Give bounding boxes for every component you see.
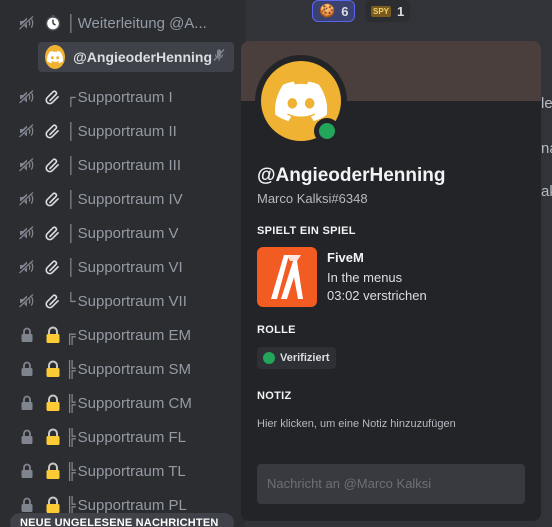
tree-connector: ╠ <box>66 461 76 481</box>
muted-mic-icon <box>212 48 226 67</box>
channel-item[interactable]: ╠ Supportraum SM <box>0 353 245 385</box>
tree-connector: │ <box>66 121 76 141</box>
tree-connector: ╠ <box>66 393 76 413</box>
channel-name: Supportraum CM <box>77 394 192 412</box>
paperclip-icon <box>42 290 64 312</box>
tree-connector: │ <box>66 155 76 175</box>
discord-logo-icon <box>275 81 327 121</box>
tree-connector: └ <box>66 291 76 311</box>
paperclip-icon <box>42 120 64 142</box>
channel-name: Supportraum III <box>77 156 182 174</box>
chat-text-fragment: ak <box>541 183 552 200</box>
activity-header: SPIELT EIN SPIEL <box>257 225 356 237</box>
tree-connector: │ <box>66 223 76 243</box>
lock-icon <box>16 324 38 346</box>
channel-item[interactable]: │ Supportraum VI <box>0 251 245 283</box>
channel-item[interactable]: │ Supportraum IV <box>0 183 245 215</box>
chat-text-fragment: na <box>541 140 552 157</box>
lock-icon <box>16 392 38 414</box>
note-header: NOTIZ <box>257 390 292 402</box>
channel-name: Supportraum VI <box>77 258 183 276</box>
channel-name: Supportraum EM <box>77 326 192 344</box>
padlock-emoji-icon <box>42 460 64 482</box>
channel-name: Supportraum FL <box>77 428 187 446</box>
tree-connector: │ <box>66 257 76 277</box>
cookie-emoji-icon: 🍪 <box>319 3 336 18</box>
voice-slash-icon <box>16 188 38 210</box>
stopwatch-icon <box>42 12 64 34</box>
game-name: FiveM <box>327 250 364 265</box>
game-elapsed: 03:02 verstrichen <box>327 288 427 303</box>
note-input[interactable]: Hier klicken, um eine Notiz hinzuzufügen <box>257 418 456 430</box>
lock-icon <box>16 426 38 448</box>
user-profile-popout: @AngieoderHenning Marco Kalksi#6348 SPIE… <box>241 41 541 521</box>
channel-item[interactable]: ╔ Supportraum EM <box>0 319 245 351</box>
padlock-emoji-icon <box>42 358 64 380</box>
tree-connector: ╠ <box>66 427 76 447</box>
channel-item[interactable]: └ Supportraum VII <box>0 285 245 317</box>
channel-sidebar: ╠ Supportraum PL ╠ Supportraum TL ╠ Supportra… <box>0 0 245 527</box>
voice-slash-icon <box>16 120 38 142</box>
voice-slash-icon <box>16 256 38 278</box>
tree-connector: ╔ <box>66 325 76 345</box>
profile-tag: Marco Kalksi#6348 <box>257 191 368 206</box>
reaction-cookie[interactable]: 🍪 6 <box>312 0 356 22</box>
channel-name: Supportraum VII <box>77 292 187 310</box>
channel-item[interactable]: ╠ Supportraum CM <box>0 387 245 419</box>
avatar <box>45 45 66 69</box>
voice-user-row[interactable]: @AngieoderHenning <box>38 42 234 72</box>
tree-connector: │ <box>66 189 76 209</box>
channel-name: Supportraum IV <box>77 190 183 208</box>
profile-username: @AngieoderHenning <box>257 165 446 186</box>
paperclip-icon <box>42 154 64 176</box>
channel-name: Supportraum SM <box>77 360 192 378</box>
lock-icon <box>16 460 38 482</box>
tree-connector: ┌ <box>66 87 76 107</box>
tree-connector: │ <box>66 13 76 33</box>
voice-slash-icon <box>16 290 38 312</box>
channel-name: Supportraum PL <box>77 496 187 514</box>
padlock-emoji-icon <box>42 426 64 448</box>
channel-name: Supportraum II <box>77 122 177 140</box>
online-status-indicator <box>314 118 340 144</box>
chat-text-fragment: le <box>541 95 552 112</box>
reaction-count: 1 <box>397 3 405 19</box>
channel-name: Weiterleitung @A... <box>77 14 207 32</box>
role-color-dot <box>263 352 275 364</box>
channel-item[interactable]: │ Weiterleitung @A... <box>0 7 245 39</box>
channel-item[interactable]: │ Supportraum III <box>0 149 245 181</box>
fivem-icon <box>257 247 317 307</box>
voice-slash-icon <box>16 222 38 244</box>
voice-slash-icon <box>16 86 38 108</box>
channel-item[interactable]: ╠ Supportraum TL <box>0 455 245 487</box>
paperclip-icon <box>42 256 64 278</box>
paperclip-icon <box>42 188 64 210</box>
role-badge[interactable]: Verifiziert <box>257 347 336 369</box>
padlock-emoji-icon <box>42 324 64 346</box>
game-state: In the menus <box>327 270 403 285</box>
reaction-spy[interactable]: SPY 1 <box>365 0 411 22</box>
reaction-count: 6 <box>341 3 349 19</box>
spy-emoji-icon: SPY <box>371 5 392 17</box>
channel-name: Supportraum I <box>77 88 173 106</box>
channel-item[interactable]: │ Supportraum II <box>0 115 245 147</box>
role-header: ROLLE <box>257 324 296 336</box>
lock-icon <box>16 358 38 380</box>
channel-name: Supportraum V <box>77 224 179 242</box>
message-input[interactable]: Nachricht an @Marco Kalksi <box>257 464 525 504</box>
channel-item[interactable]: │ Supportraum V <box>0 217 245 249</box>
channel-item[interactable]: ┌ Supportraum I <box>0 81 245 113</box>
tree-connector: ╠ <box>66 359 76 379</box>
paperclip-icon <box>42 222 64 244</box>
voice-slash-icon <box>16 154 38 176</box>
role-name: Verifiziert <box>280 352 330 364</box>
tree-connector: ╠ <box>66 495 76 515</box>
channel-item[interactable]: ╠ Supportraum FL <box>0 421 245 453</box>
channel-name: Supportraum TL <box>77 462 186 480</box>
voice-user-name: @AngieoderHenning <box>73 49 212 65</box>
voice-slash-icon <box>16 12 38 34</box>
new-messages-bar[interactable]: NEUE UNGELESENE NACHRICHTEN <box>10 513 234 527</box>
paperclip-icon <box>42 86 64 108</box>
padlock-emoji-icon <box>42 392 64 414</box>
